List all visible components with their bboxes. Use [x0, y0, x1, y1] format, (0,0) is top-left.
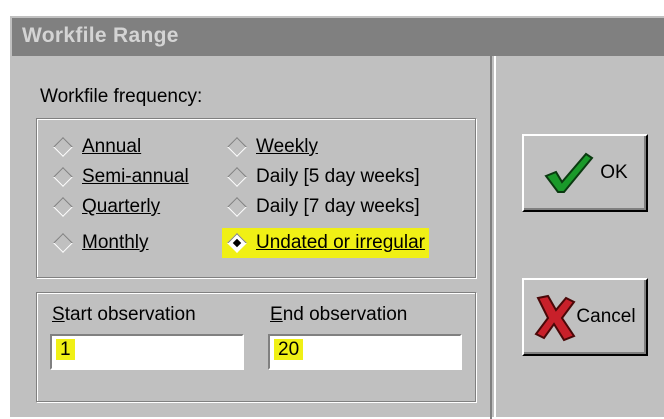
radio-monthly[interactable]: Monthly [48, 230, 149, 256]
dialog-title: Workfile Range [22, 24, 179, 47]
radio-quarterly[interactable]: Quarterly [48, 194, 160, 220]
radio-label: Annual [82, 136, 142, 157]
radio-diamond-icon [53, 167, 73, 187]
radio-diamond-icon [53, 197, 73, 217]
radio-diamond-icon [227, 197, 247, 217]
radio-diamond-icon [53, 233, 73, 253]
cancel-label: Cancel [576, 306, 636, 327]
options-pane: Workfile frequency: Annual Semi-annual Q… [12, 56, 492, 419]
radio-daily-7[interactable]: Daily [7 day weeks] [222, 194, 420, 220]
radio-undated[interactable]: Undated or irregular [222, 228, 429, 258]
start-observation-input[interactable]: 1 [50, 334, 244, 370]
radio-diamond-icon [53, 137, 73, 157]
radio-label: Daily [5 day weeks] [256, 166, 420, 187]
start-observation-label: Start observation [52, 304, 196, 325]
title-bar[interactable]: Workfile Range [12, 18, 664, 56]
radio-semi-annual[interactable]: Semi-annual [48, 164, 189, 190]
workfile-range-dialog: Workfile Range Workfile frequency: Annua… [8, 14, 664, 419]
cancel-x-icon [534, 294, 576, 342]
end-observation-label: End observation [270, 304, 408, 325]
buttons-pane: OK Cancel [494, 56, 664, 419]
radio-diamond-icon [227, 137, 247, 157]
radio-label: Quarterly [82, 196, 161, 217]
radio-label: Undated or irregular [256, 232, 425, 253]
radio-label: Monthly [82, 232, 149, 253]
radio-daily-5[interactable]: Daily [5 day weeks] [222, 164, 420, 190]
ok-label: OK [600, 162, 628, 183]
cancel-button[interactable]: Cancel [522, 278, 648, 356]
end-observation-value: 20 [274, 339, 304, 360]
start-observation-value: 1 [56, 339, 75, 360]
radio-annual[interactable]: Annual [48, 134, 141, 160]
checkmark-icon [544, 152, 594, 193]
radio-diamond-icon [227, 167, 247, 187]
end-observation-input[interactable]: 20 [268, 334, 462, 370]
radio-weekly[interactable]: Weekly [222, 134, 318, 160]
radio-label: Daily [7 day weeks] [256, 196, 420, 217]
ok-button[interactable]: OK [522, 134, 648, 212]
radio-label: Weekly [256, 136, 318, 157]
radio-label: Semi-annual [82, 166, 189, 187]
frequency-label: Workfile frequency: [40, 86, 203, 107]
radio-selected-icon [227, 233, 247, 253]
